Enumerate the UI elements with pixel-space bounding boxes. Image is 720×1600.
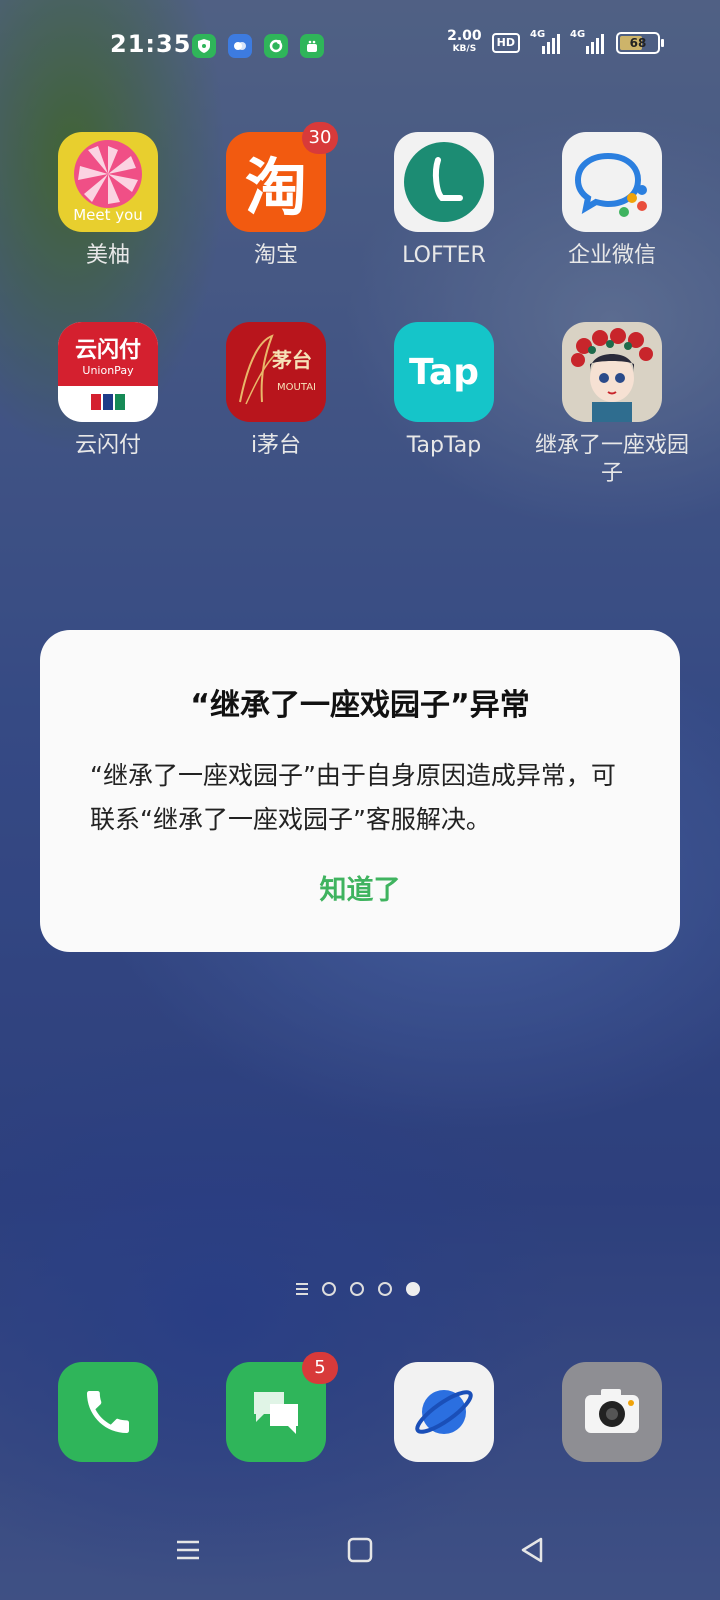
- back-triangle-icon: [521, 1537, 543, 1563]
- network-type-2: 4G: [570, 29, 586, 40]
- notification-badge: 30: [302, 122, 338, 154]
- app-wework[interactable]: 企业微信: [532, 132, 692, 270]
- ring-icon: [264, 34, 288, 58]
- app-label: 美柚: [85, 243, 130, 268]
- page-dot-current: [406, 1282, 420, 1296]
- taobao-icon-text: 淘: [244, 151, 307, 224]
- page-dot: [350, 1282, 364, 1296]
- app-label: i茅台: [250, 433, 302, 458]
- meiyou-icon: Meet you: [58, 132, 158, 232]
- android-icon: [300, 34, 324, 58]
- signal-icon-2: 4G: [570, 29, 606, 54]
- page-dot: [322, 1282, 336, 1296]
- network-speed-unit: KB/S: [452, 44, 477, 54]
- dialog-ok-button[interactable]: 知道了: [90, 868, 630, 907]
- app-unionpay[interactable]: 云闪付 UnionPay 云闪付: [28, 322, 188, 460]
- notification-icons: [192, 34, 324, 58]
- app-imoutai[interactable]: 茅台 MOUTAI i茅台: [196, 322, 356, 460]
- phone-icon: [58, 1362, 158, 1462]
- messages-icon: 5: [226, 1352, 338, 1462]
- taptap-icon-text: Tap: [409, 351, 479, 393]
- moutai-icon-text: 茅台: [272, 348, 312, 372]
- moutai-icon-subtext: MOUTAI: [277, 382, 316, 393]
- unionpay-icon: 云闪付 UnionPay: [58, 322, 158, 422]
- recent-apps-button[interactable]: [168, 1530, 208, 1570]
- app-taptap[interactable]: Tap TapTap: [364, 322, 524, 460]
- home-screen: 21:35 2.00 KB/S HD 4G 4G 68 Meet you 美柚 …: [0, 0, 720, 1600]
- unionpay-icon-subtext: UnionPay: [82, 363, 134, 377]
- clock: 21:35: [110, 30, 192, 58]
- page-dot: [378, 1282, 392, 1296]
- taptap-icon: Tap: [394, 322, 494, 422]
- unionpay-icon-text: 云闪付: [74, 337, 141, 363]
- app-taobao[interactable]: 淘 30 淘宝: [196, 122, 356, 270]
- browser-icon: [394, 1362, 494, 1462]
- battery-level: 68: [629, 36, 647, 50]
- network-speed-value: 2.00: [447, 28, 482, 44]
- dialog-title: “继承了一座戏园子”异常: [190, 688, 530, 723]
- bubbles-icon: [228, 34, 252, 58]
- network-type-1: 4G: [530, 29, 546, 40]
- notification-badge: 5: [302, 1352, 338, 1384]
- app-lofter[interactable]: LOFTER: [364, 132, 524, 270]
- home-button[interactable]: [340, 1530, 380, 1570]
- hd-voice-icon: HD: [491, 33, 520, 53]
- signal-icon-1: 4G: [530, 29, 560, 54]
- error-dialog: “继承了一座戏园子”异常 “继承了一座戏园子”由于自身原因造成异常，可联系“继承…: [40, 630, 680, 952]
- network-speed: 2.00 KB/S: [447, 28, 482, 56]
- app-label: 淘宝: [253, 243, 298, 268]
- square-icon: [347, 1537, 373, 1563]
- dialog-message: “继承了一座戏园子”由于自身原因造成异常，可联系“继承了一座戏园子”客服解决。: [90, 761, 616, 834]
- app-xiyuanzi[interactable]: 继承了一座戏园子: [532, 322, 692, 488]
- shield-icon: [192, 34, 216, 58]
- app-label: 继承了一座戏园子: [534, 433, 689, 486]
- dock-phone[interactable]: [28, 1362, 188, 1462]
- menu-icon: [177, 1540, 199, 1560]
- app-meiyou[interactable]: Meet you 美柚: [28, 132, 188, 270]
- back-button[interactable]: [512, 1530, 552, 1570]
- lofter-icon: [394, 132, 494, 232]
- opera-character-icon: [562, 322, 662, 422]
- dock-browser[interactable]: [364, 1362, 524, 1462]
- meiyou-icon-text: Meet you: [73, 206, 143, 224]
- app-label: LOFTER: [402, 243, 486, 268]
- dock-messages[interactable]: 5: [196, 1352, 356, 1462]
- moutai-icon: 茅台 MOUTAI: [226, 322, 326, 422]
- navigation-bar: [0, 1530, 720, 1580]
- page-indicator[interactable]: [296, 1282, 420, 1296]
- system-icons: 2.00 KB/S HD 4G 4G 68: [447, 28, 664, 56]
- app-drawer-indicator-icon: [296, 1283, 308, 1295]
- camera-icon: [562, 1362, 662, 1462]
- app-label: 企业微信: [567, 243, 656, 268]
- battery-icon: 68: [616, 32, 664, 54]
- taobao-icon: 淘 30: [226, 122, 338, 232]
- app-label: TapTap: [406, 433, 482, 458]
- status-bar: 21:35 2.00 KB/S HD 4G 4G 68: [0, 0, 720, 92]
- app-label: 云闪付: [74, 433, 141, 458]
- wework-icon: [562, 132, 662, 232]
- dock-camera[interactable]: [532, 1362, 692, 1462]
